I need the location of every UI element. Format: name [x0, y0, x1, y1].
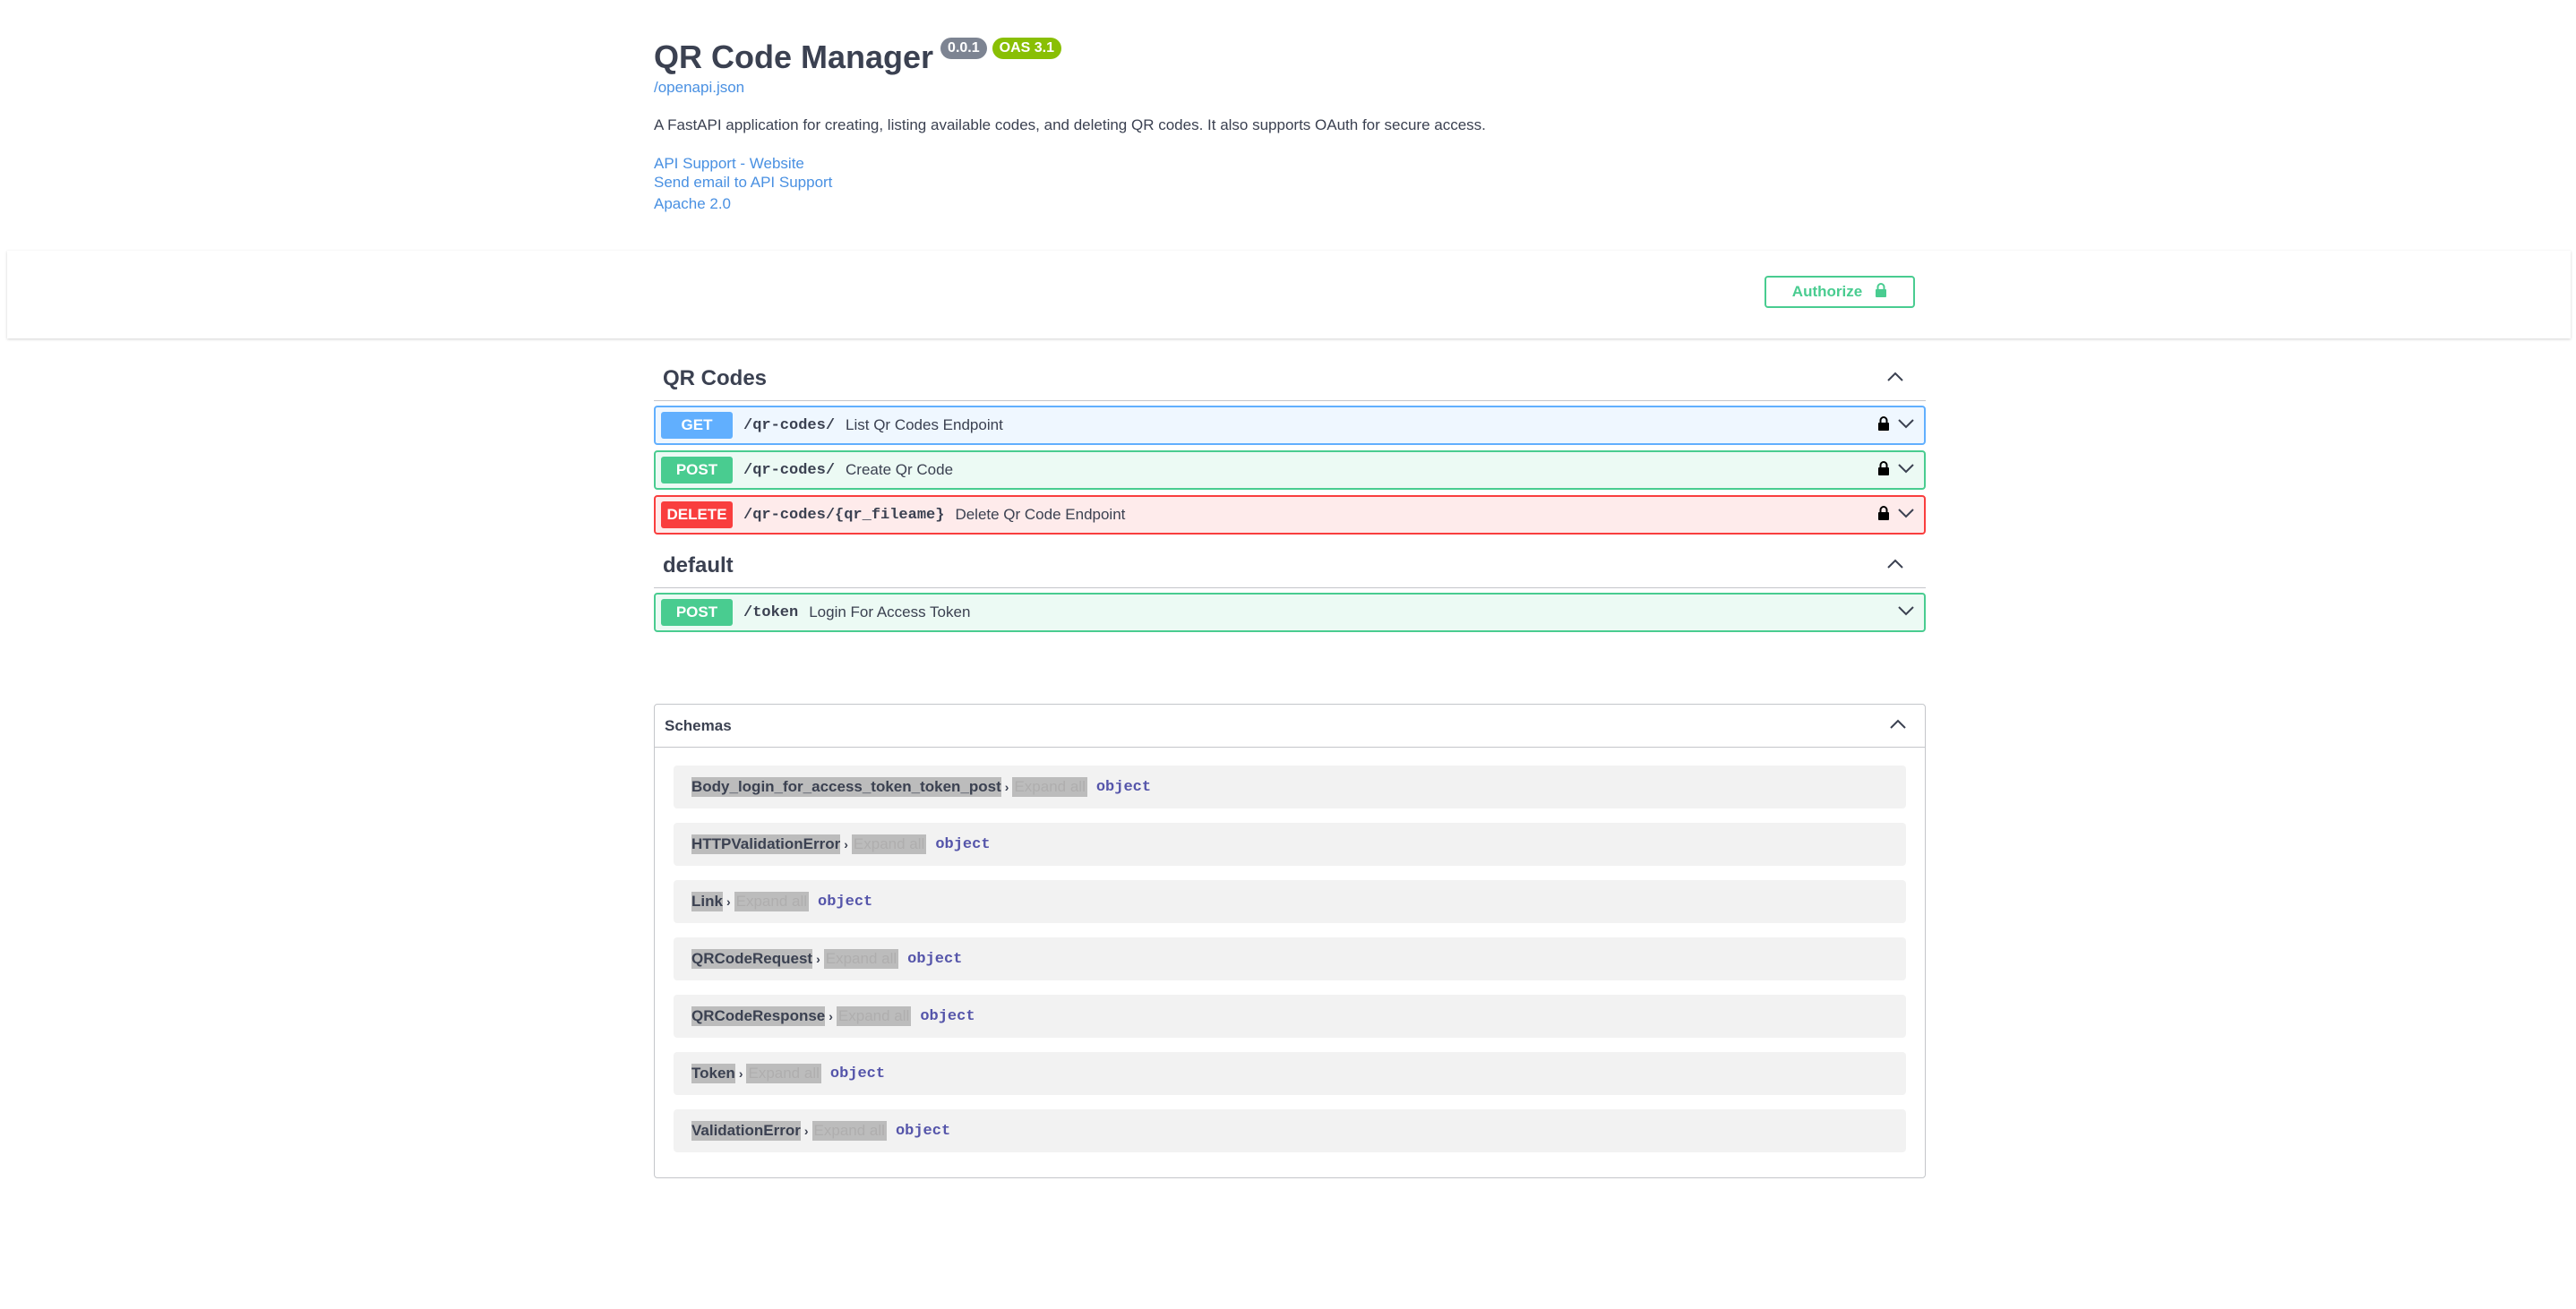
operation-controls	[1877, 497, 1915, 533]
schemas-header[interactable]: Schemas	[655, 705, 1925, 748]
schema-name[interactable]: HTTPValidationError	[691, 834, 841, 854]
chevron-right-icon[interactable]: ›	[739, 1066, 743, 1081]
chevron-right-icon[interactable]: ›	[844, 837, 848, 851]
schema-type: object	[907, 950, 963, 968]
method-badge-delete: DELETE	[661, 501, 733, 528]
operation-controls	[1897, 595, 1915, 630]
schemas-title: Schemas	[665, 716, 732, 734]
license-link[interactable]: Apache 2.0	[654, 194, 1926, 213]
api-info: QR Code Manager 0.0.1 OAS 3.1 /openapi.j…	[654, 34, 1926, 213]
authorize-button[interactable]: Authorize	[1765, 276, 1915, 308]
schemas-section: Schemas Body_login_for_access_token_toke…	[654, 704, 1926, 1178]
schema-list: Body_login_for_access_token_token_post ›…	[655, 748, 1925, 1152]
opblock-get-qr-codes[interactable]: GET /qr-codes/ List Qr Codes Endpoint	[654, 406, 1926, 445]
operation-summary: Login For Access Token	[809, 603, 971, 620]
schema-row[interactable]: Token › Expand all object	[674, 1052, 1906, 1095]
lock-icon	[1875, 282, 1887, 303]
operations-section: QR Codes GET /qr-codes/ List Qr Codes En…	[654, 356, 1926, 632]
api-description: A FastAPI application for creating, list…	[654, 116, 1486, 133]
chevron-down-icon[interactable]	[1897, 507, 1915, 523]
chevron-down-icon[interactable]	[1897, 462, 1915, 478]
expand-all-button[interactable]: Expand all	[1012, 777, 1087, 797]
opblock-post-qr-codes[interactable]: POST /qr-codes/ Create Qr Code	[654, 450, 1926, 490]
chevron-up-icon[interactable]	[1886, 558, 1904, 574]
expand-all-button[interactable]: Expand all	[851, 834, 927, 854]
operation-controls	[1877, 407, 1915, 443]
tag-header-qr-codes[interactable]: QR Codes	[654, 356, 1926, 401]
operation-path: /qr-codes/	[743, 461, 836, 479]
opblock-delete-qr-code[interactable]: DELETE /qr-codes/{qr_fileame} Delete Qr …	[654, 495, 1926, 535]
schema-row[interactable]: Body_login_for_access_token_token_post ›…	[674, 766, 1906, 808]
opblock-post-token[interactable]: POST /token Login For Access Token	[654, 593, 1926, 632]
expand-all-button[interactable]: Expand all	[746, 1064, 821, 1083]
oas-badge: OAS 3.1	[992, 38, 1061, 59]
expand-all-button[interactable]: Expand all	[823, 949, 899, 969]
lock-icon[interactable]	[1877, 505, 1890, 526]
api-support-email-link[interactable]: Send email to API Support	[654, 173, 1926, 192]
schema-type: object	[935, 835, 991, 853]
method-badge-get: GET	[661, 412, 733, 439]
openapi-json-link[interactable]: /openapi.json	[654, 79, 1926, 97]
info-links: API Support - Website Send email to API …	[654, 154, 1926, 213]
schema-name[interactable]: Token	[691, 1064, 735, 1083]
schema-type: object	[1095, 778, 1152, 796]
chevron-down-icon[interactable]	[1897, 604, 1915, 620]
lock-icon[interactable]	[1877, 415, 1890, 436]
tag-name: QR Codes	[663, 365, 768, 390]
chevron-up-icon[interactable]	[1889, 718, 1907, 734]
chevron-right-icon[interactable]: ›	[816, 952, 820, 966]
chevron-right-icon[interactable]: ›	[829, 1009, 833, 1023]
schema-type: object	[818, 893, 873, 911]
expand-all-button[interactable]: Expand all	[836, 1006, 912, 1026]
authorize-label: Authorize	[1791, 283, 1863, 300]
tag-header-default[interactable]: default	[654, 543, 1926, 588]
schema-row[interactable]: QRCodeResponse › Expand all object	[674, 995, 1906, 1038]
lock-icon[interactable]	[1877, 460, 1890, 481]
operation-path: /qr-codes/	[743, 416, 836, 434]
schema-row[interactable]: HTTPValidationError › Expand all object	[674, 823, 1906, 866]
operation-path: /token	[743, 603, 799, 621]
chevron-right-icon[interactable]: ›	[804, 1124, 809, 1138]
operation-path: /qr-codes/{qr_fileame}	[743, 506, 945, 524]
tag-name: default	[663, 552, 734, 578]
expand-all-button[interactable]: Expand all	[734, 892, 810, 911]
schema-name[interactable]: ValidationError	[691, 1121, 801, 1141]
api-support-website-link[interactable]: API Support - Website	[654, 154, 1926, 173]
schema-name[interactable]: QRCodeRequest	[691, 949, 813, 969]
operation-summary: Delete Qr Code Endpoint	[955, 506, 1126, 523]
schema-row[interactable]: ValidationError › Expand all object	[674, 1109, 1906, 1152]
method-badge-post: POST	[661, 599, 733, 626]
chevron-up-icon[interactable]	[1886, 371, 1904, 387]
scheme-container: Authorize	[7, 251, 2571, 338]
operation-controls	[1877, 452, 1915, 488]
schema-row[interactable]: QRCodeRequest › Expand all object	[674, 937, 1906, 980]
chevron-down-icon[interactable]	[1897, 417, 1915, 433]
title-row: QR Code Manager 0.0.1 OAS 3.1	[654, 34, 1926, 81]
chevron-right-icon[interactable]: ›	[726, 894, 731, 909]
method-badge-post: POST	[661, 457, 733, 483]
schema-type: object	[895, 1122, 951, 1140]
page-title: QR Code Manager	[654, 38, 934, 75]
schema-type: object	[920, 1007, 975, 1025]
chevron-right-icon[interactable]: ›	[1005, 780, 1009, 794]
schema-name[interactable]: Link	[691, 892, 723, 911]
operation-summary: Create Qr Code	[846, 461, 954, 478]
schema-name[interactable]: QRCodeResponse	[691, 1006, 826, 1026]
operation-summary: List Qr Codes Endpoint	[846, 416, 1003, 433]
expand-all-button[interactable]: Expand all	[811, 1121, 887, 1141]
schema-row[interactable]: Link › Expand all object	[674, 880, 1906, 923]
schema-type: object	[829, 1065, 886, 1082]
schema-name[interactable]: Body_login_for_access_token_token_post	[691, 777, 1001, 797]
version-badge: 0.0.1	[940, 38, 987, 59]
